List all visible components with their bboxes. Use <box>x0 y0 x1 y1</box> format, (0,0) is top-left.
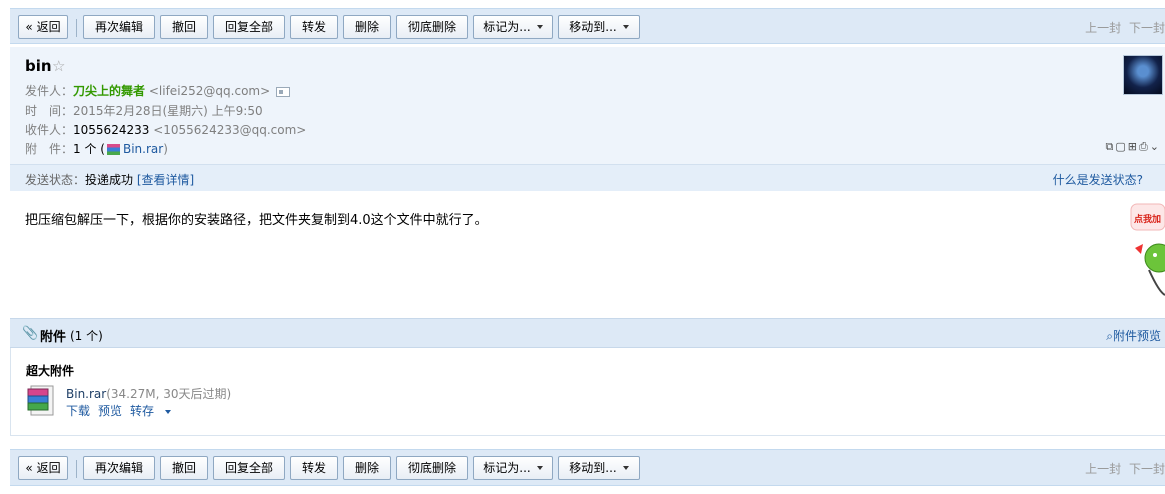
status-help-link[interactable]: 什么是发送状态? <box>1053 171 1143 188</box>
back-button[interactable]: « 返回 <box>18 456 68 480</box>
recall-button[interactable]: 撤回 <box>160 456 208 480</box>
save-icon[interactable]: ⊞ <box>1128 140 1139 153</box>
chevron-down-icon <box>622 465 629 470</box>
mark-as-dropdown[interactable]: 标记为... <box>473 456 553 480</box>
more-icon[interactable]: ⌄ <box>1150 140 1161 153</box>
toolbar-divider <box>76 460 77 478</box>
mascot-label: 点我加 <box>1134 213 1161 225</box>
mail-subject: bin <box>25 57 52 75</box>
next-mail-link[interactable]: 下一封 <box>1129 462 1165 476</box>
attachment-file: Bin.rar(34.27M, 30天后过期) <box>66 385 231 402</box>
attachments-header: 📎 附件 (1 个) ⌕附件预览 <box>10 318 1165 348</box>
attachment-row: 附 件：1 个 ( Bin.rar) <box>25 140 168 157</box>
sender-email: <lifei252@qq.com> <box>148 84 271 98</box>
attachment-file-meta: (34.27M, 30天后过期) <box>106 387 232 401</box>
attachment-label: 附 件： <box>25 142 74 156</box>
avatar[interactable] <box>1123 55 1163 95</box>
reply-all-button[interactable]: 回复全部 <box>213 15 285 39</box>
header-actions: ⧉▢⊞⎙⌄ <box>1105 140 1161 154</box>
left-margin <box>0 0 10 494</box>
recipient-name: 1055624233 <box>73 123 150 137</box>
attachments-body: 超大附件 Bin.rar(34.27M, 30天后过期) 下载 预览 转存 <box>10 348 1165 436</box>
mark-as-label: 标记为... <box>483 461 531 475</box>
chevron-down-icon <box>165 409 172 414</box>
attachments-preview-label: 附件预览 <box>1112 329 1161 343</box>
recipient-email: <1055624233@qq.com> <box>153 123 307 137</box>
paperclip-icon: 📎 <box>22 326 39 341</box>
move-to-label: 移动到... <box>569 461 617 475</box>
attachment-file-name[interactable]: Bin.rar <box>66 387 106 401</box>
chevron-down-icon <box>536 465 543 470</box>
send-status-label: 发送状态： <box>25 173 86 187</box>
attachment-actions: 下载 预览 转存 <box>66 402 187 419</box>
search-icon: ⌕ <box>1106 329 1113 343</box>
delete-permanently-button[interactable]: 彻底删除 <box>396 456 468 480</box>
reply-all-button[interactable]: 回复全部 <box>213 456 285 480</box>
prev-mail-link[interactable]: 上一封 <box>1085 462 1121 476</box>
recall-button[interactable]: 撤回 <box>160 15 208 39</box>
contact-card-icon[interactable] <box>276 86 291 97</box>
mark-as-label: 标记为... <box>483 20 531 34</box>
top-toolbar: « 返回 再次编辑 撤回 回复全部 转发 删除 彻底删除 标记为... 移动到.… <box>10 8 1165 44</box>
download-link[interactable]: 下载 <box>66 404 90 418</box>
new-window-icon[interactable]: ⧉ <box>1105 140 1115 153</box>
forward-button[interactable]: 转发 <box>290 456 338 480</box>
large-attachment-label: 超大附件 <box>26 364 75 378</box>
send-status-bar: 发送状态：投递成功 [查看详情] 什么是发送状态? <box>10 164 1165 191</box>
toolbar-divider <box>76 19 77 37</box>
plain-text-icon[interactable]: ▢ <box>1115 140 1127 153</box>
save-to-dropdown[interactable]: 转存 <box>130 404 179 418</box>
preview-link[interactable]: 预览 <box>98 404 122 418</box>
resend-button[interactable]: 再次编辑 <box>83 15 155 39</box>
next-mail-link[interactable]: 下一封 <box>1129 21 1165 35</box>
mark-as-dropdown[interactable]: 标记为... <box>473 15 553 39</box>
move-to-label: 移动到... <box>569 20 617 34</box>
attachment-close-paren: ) <box>163 142 168 156</box>
chevron-down-icon <box>536 24 543 29</box>
from-row: 发件人：刀尖上的舞者 <lifei252@qq.com> <box>25 82 291 99</box>
delete-button[interactable]: 删除 <box>343 456 391 480</box>
star-icon[interactable]: ☆ <box>52 57 65 75</box>
chevron-down-icon <box>622 24 629 29</box>
move-to-dropdown[interactable]: 移动到... <box>558 456 640 480</box>
view-details-link[interactable]: [查看详情] <box>137 173 194 187</box>
prev-mail-link[interactable]: 上一封 <box>1085 21 1121 35</box>
rar-file-icon <box>106 144 120 155</box>
time-row: 时 间：2015年2月28日(星期六) 上午9:50 <box>25 102 263 119</box>
send-status: 发送状态：投递成功 [查看详情] <box>25 171 194 188</box>
pager: 上一封 下一封 <box>1081 19 1165 36</box>
attachments-count: (1 个) <box>70 329 103 343</box>
pager: 上一封 下一封 <box>1081 460 1165 477</box>
bottom-toolbar: « 返回 再次编辑 撤回 回复全部 转发 删除 彻底删除 标记为... 移动到.… <box>10 449 1165 486</box>
save-to-label: 转存 <box>130 404 155 418</box>
send-status-value: 投递成功 <box>85 173 134 187</box>
attachment-link[interactable]: Bin.rar <box>123 142 163 156</box>
to-row: 收件人：1055624233 <1055624233@qq.com> <box>25 121 306 138</box>
mascot-ad[interactable]: 点我加 <box>1129 200 1165 300</box>
forward-button[interactable]: 转发 <box>290 15 338 39</box>
mail-header: bin ☆ 发件人：刀尖上的舞者 <lifei252@qq.com> 时 间：2… <box>10 47 1165 164</box>
back-button[interactable]: « 返回 <box>18 15 68 39</box>
delete-permanently-button[interactable]: 彻底删除 <box>396 15 468 39</box>
delete-button[interactable]: 删除 <box>343 15 391 39</box>
attachments-preview-link[interactable]: ⌕附件预览 <box>1106 327 1161 344</box>
sender-name[interactable]: 刀尖上的舞者 <box>73 84 145 98</box>
mail-body: 把压缩包解压一下，根据你的安装路径，把文件夹复制到4.0这个文件中就行了。 <box>25 213 488 228</box>
time-value: 2015年2月28日(星期六) 上午9:50 <box>73 104 263 118</box>
resend-button[interactable]: 再次编辑 <box>83 456 155 480</box>
print-icon[interactable]: ⎙ <box>1139 140 1150 153</box>
attachments-title: 附件 <box>40 330 67 345</box>
attachment-count: 1 个 ( <box>73 142 105 156</box>
time-label: 时 间： <box>25 104 74 118</box>
from-label: 发件人： <box>25 84 74 98</box>
to-label: 收件人： <box>25 123 74 137</box>
rar-archive-icon <box>27 385 54 416</box>
move-to-dropdown[interactable]: 移动到... <box>558 15 640 39</box>
